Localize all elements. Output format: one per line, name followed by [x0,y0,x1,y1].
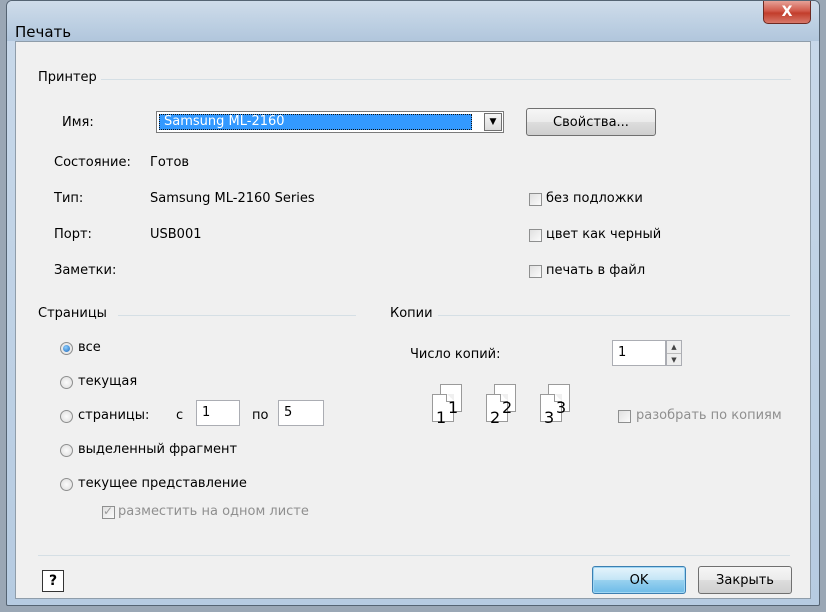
color-as-black-label[interactable]: цвет как черный [546,227,661,242]
ok-button-label: OK [629,572,649,588]
pages-range-label[interactable]: страницы: [78,408,149,423]
pages-from-label: с [176,408,184,423]
pages-current-view-radio[interactable] [60,478,73,491]
close-icon: X [781,4,793,20]
copies-count-input[interactable]: 1 [612,340,666,366]
printer-name-value: Samsung ML-2160 [159,114,472,130]
close-window-button[interactable]: X [763,1,811,24]
pages-to-label: по [252,408,269,423]
pages-range-radio[interactable] [60,410,73,423]
window-title: Печать [15,23,72,41]
help-icon: ? [48,573,58,589]
spin-down-icon[interactable]: ▼ [667,354,681,366]
pages-current-view-label[interactable]: текущее представление [78,476,247,491]
fit-one-sheet-checkbox[interactable] [102,504,115,519]
print-to-file-label[interactable]: печать в файл [546,263,645,278]
chevron-down-icon[interactable]: ▼ [484,113,502,131]
properties-button[interactable]: Свойства... [526,108,656,136]
copies-group-divider [438,315,790,316]
fit-one-sheet-label[interactable]: разместить на одном листе [118,504,309,519]
print-to-file-checkbox[interactable] [529,265,542,278]
notes-label: Заметки: [54,263,117,278]
close-button[interactable]: Закрыть [698,566,792,594]
color-as-black-checkbox[interactable] [529,229,542,242]
collate-page-number: 3 [556,398,567,417]
copies-spinner[interactable]: ▲ ▼ [666,340,682,366]
ok-button[interactable]: OK [592,566,686,594]
status-value: Готов [150,155,190,170]
pages-all-radio[interactable] [60,342,73,355]
properties-button-label: Свойства... [553,114,629,130]
footer-divider [38,555,790,556]
printer-name-label: Имя: [62,115,94,130]
pages-group-divider [118,315,356,316]
pages-group-title: Страницы [38,306,107,321]
pages-from-input[interactable]: 1 [196,400,240,426]
collate-page-number: 2 [502,398,513,417]
collate-page-number: 3 [544,408,555,427]
print-dialog: Печать X Принтер Имя: Samsung ML-2160 ▼ … [6,0,820,606]
collate-page-number: 1 [448,398,459,417]
printer-group-title: Принтер [38,70,97,85]
help-button[interactable]: ? [42,570,64,592]
printer-group-divider [101,79,791,80]
type-value: Samsung ML-2160 Series [150,191,315,206]
close-button-label: Закрыть [716,572,774,588]
pages-selection-label[interactable]: выделенный фрагмент [78,442,237,457]
collate-page-number: 2 [490,408,501,427]
collate-checkbox[interactable] [618,410,631,423]
spin-up-icon[interactable]: ▲ [667,341,681,354]
copies-count-label: Число копий: [410,347,501,362]
pages-to-input[interactable]: 5 [278,400,324,426]
collate-label[interactable]: разобрать по копиям [636,408,782,423]
copies-group-title: Копии [390,306,433,321]
pages-current-radio[interactable] [60,376,73,389]
printer-name-select[interactable]: Samsung ML-2160 ▼ [156,111,504,133]
title-bar[interactable]: Печать X [7,1,819,41]
no-background-checkbox[interactable] [529,193,542,206]
pages-selection-radio[interactable] [60,444,73,457]
no-background-label[interactable]: без подложки [546,191,643,206]
pages-current-label[interactable]: текущая [78,374,137,389]
pages-all-label[interactable]: все [78,340,101,355]
type-label: Тип: [54,191,84,206]
port-value: USB001 [150,227,202,242]
status-label: Состояние: [54,155,131,170]
collate-page-number: 1 [436,408,447,427]
port-label: Порт: [54,227,92,242]
dialog-body: Принтер Имя: Samsung ML-2160 ▼ Свойства.… [15,41,811,599]
